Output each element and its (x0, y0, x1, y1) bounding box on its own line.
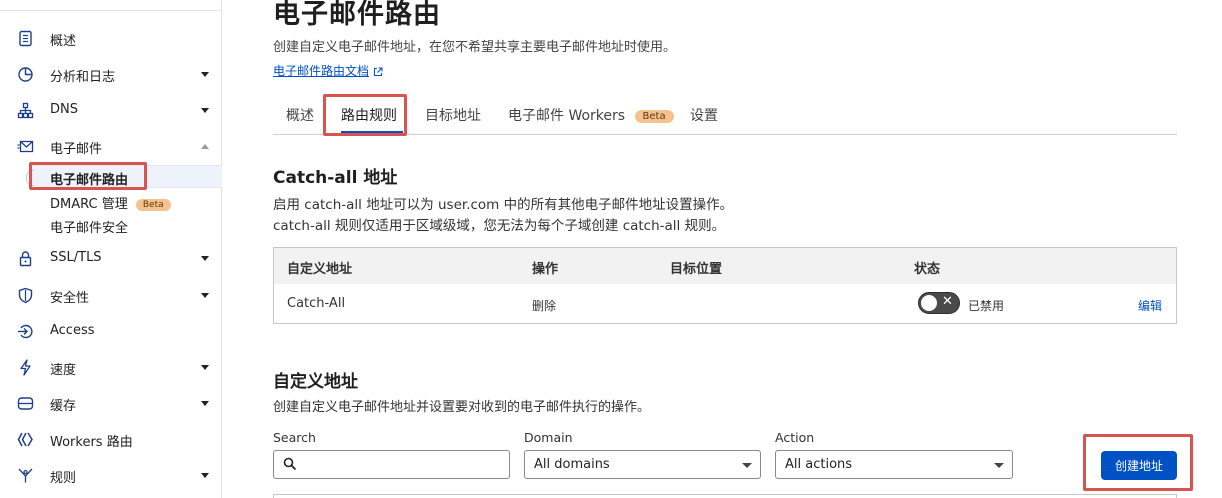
sidebar-item-overview[interactable]: 概述 (0, 23, 222, 53)
custom-addresses-description: 创建自定义电子邮件地址并设置要对收到的电子邮件执行的操作。 (273, 400, 651, 415)
chevron-down-icon (994, 463, 1004, 468)
sidebar-item-label: 规则 (50, 471, 77, 486)
chevron-down-icon (201, 72, 209, 77)
chevron-down-icon (201, 293, 209, 298)
sidebar-item-email[interactable]: 电子邮件 (0, 131, 222, 161)
catch-all-description-line2: catch-all 规则仅适用于区域级域，您无法为每个子域创建 catch-al… (273, 218, 726, 234)
tab-overview[interactable]: 概述 (286, 105, 314, 125)
sidebar-item-cache[interactable]: 缓存 (0, 388, 222, 418)
tab-settings[interactable]: 设置 (690, 105, 718, 125)
rules-icon (18, 468, 33, 483)
docs-link[interactable]: 电子邮件路由文档 (273, 62, 383, 79)
chart-icon (18, 67, 33, 82)
sidebar-item-label: SSL/TLS (50, 250, 102, 265)
document-icon (19, 30, 32, 47)
toggle-knob (921, 295, 937, 311)
chevron-down-icon (201, 473, 209, 478)
tab-destination-addresses[interactable]: 目标地址 (425, 105, 481, 125)
action-label: Action (775, 430, 815, 445)
chevron-down-icon (201, 108, 209, 113)
storage-icon (17, 397, 34, 410)
workers-icon (17, 432, 33, 447)
bolt-icon (20, 359, 31, 376)
row-action: 删除 (532, 299, 557, 313)
column-header-destination: 目标位置 (670, 262, 723, 277)
sidebar-item-access[interactable]: Access (0, 316, 222, 346)
sidebar-item-label: DNS (50, 102, 78, 117)
sidebar-item-label: 缓存 (50, 399, 77, 414)
sidebar-item-label: 速度 (50, 363, 77, 378)
chevron-down-icon (201, 256, 209, 261)
domain-select[interactable]: All domains (524, 450, 761, 479)
highlight-box-sidebar (29, 162, 147, 190)
email-icon (17, 140, 34, 153)
tab-label: 电子邮件 Workers (508, 108, 626, 124)
sidebar-item-label: Access (50, 323, 95, 338)
chevron-down-icon (201, 401, 209, 406)
sidebar-subitem-label: DMARC 管理 (50, 197, 128, 212)
network-icon (17, 102, 34, 119)
column-header-action: 操作 (532, 262, 559, 277)
row-address: Catch-All (287, 296, 346, 311)
catch-all-table: 自定义地址 操作 目标位置 状态 Catch-All 删除 ✕ 已禁用 编辑 (273, 247, 1177, 324)
action-select[interactable]: All actions (775, 450, 1013, 479)
sidebar-top-divider (0, 10, 222, 11)
tab-email-workers[interactable]: 电子邮件 Workers Beta (508, 105, 674, 125)
sidebar-item-workers-routes[interactable]: Workers 路由 (0, 424, 222, 454)
lock-icon (19, 251, 32, 267)
chevron-down-icon (742, 463, 752, 468)
sidebar-item-label: 分析和日志 (50, 70, 116, 85)
custom-addresses-title: 自定义地址 (273, 372, 358, 392)
beta-badge: Beta (634, 109, 674, 123)
search-label: Search (273, 430, 316, 445)
page-title: 电子邮件路由 (273, 0, 441, 30)
sidebar-item-speed[interactable]: 速度 (0, 352, 222, 382)
catch-all-toggle[interactable]: ✕ (918, 292, 960, 314)
catch-all-title: Catch-all 地址 (273, 168, 398, 188)
chevron-down-icon (201, 365, 209, 370)
highlight-box-button (1083, 434, 1193, 491)
external-link-icon (374, 67, 383, 76)
column-header-address: 自定义地址 (287, 262, 353, 277)
highlight-box-tab (323, 94, 407, 136)
domain-label: Domain (524, 430, 573, 445)
sidebar-item-security[interactable]: 安全性 (0, 280, 222, 310)
search-input[interactable] (273, 450, 510, 479)
sidebar-item-ssl[interactable]: SSL/TLS (0, 243, 222, 273)
table-header: 自定义地址 操作 目标位置 状态 (274, 248, 1176, 284)
sidebar-item-label: 电子邮件 (50, 142, 103, 157)
sidebar-item-analytics[interactable]: 分析和日志 (0, 59, 222, 89)
access-icon (18, 324, 33, 339)
edit-link[interactable]: 编辑 (1138, 297, 1162, 314)
docs-link-label: 电子邮件路由文档 (273, 64, 370, 78)
row-status: 已禁用 (968, 299, 1005, 313)
sidebar-subitem-email-security[interactable]: 电子邮件安全 (50, 217, 128, 236)
sidebar: 概述 分析和日志 DNS 电子邮件 电子邮件路由 DMARC 管理 Beta 电… (0, 0, 222, 498)
catch-all-description-line1: 启用 catch-all 地址可以为 user.com 中的所有其他电子邮件地址… (273, 197, 734, 213)
action-select-value: All actions (785, 457, 853, 472)
chevron-up-icon (201, 144, 209, 149)
custom-addresses-table-top (273, 494, 1177, 498)
close-icon: ✕ (942, 294, 953, 309)
tab-bar: 概述 路由规则 目标地址 电子邮件 Workers Beta 设置 (273, 95, 1177, 135)
column-header-status: 状态 (914, 262, 941, 277)
sidebar-item-label: 安全性 (50, 291, 90, 306)
sidebar-item-dns[interactable]: DNS (0, 95, 222, 125)
sidebar-subitem-dmarc[interactable]: DMARC 管理 Beta (50, 193, 171, 212)
domain-select-value: All domains (534, 457, 610, 472)
sidebar-item-rules[interactable]: 规则 (0, 460, 222, 490)
beta-badge: Beta (135, 198, 171, 211)
shield-icon (18, 287, 33, 304)
sidebar-item-label: Workers 路由 (50, 435, 133, 450)
search-icon (283, 457, 297, 471)
sidebar-item-label: 概述 (50, 34, 77, 49)
page-description: 创建自定义电子邮件地址，在您不希望共享主要电子邮件地址时使用。 (273, 40, 677, 55)
